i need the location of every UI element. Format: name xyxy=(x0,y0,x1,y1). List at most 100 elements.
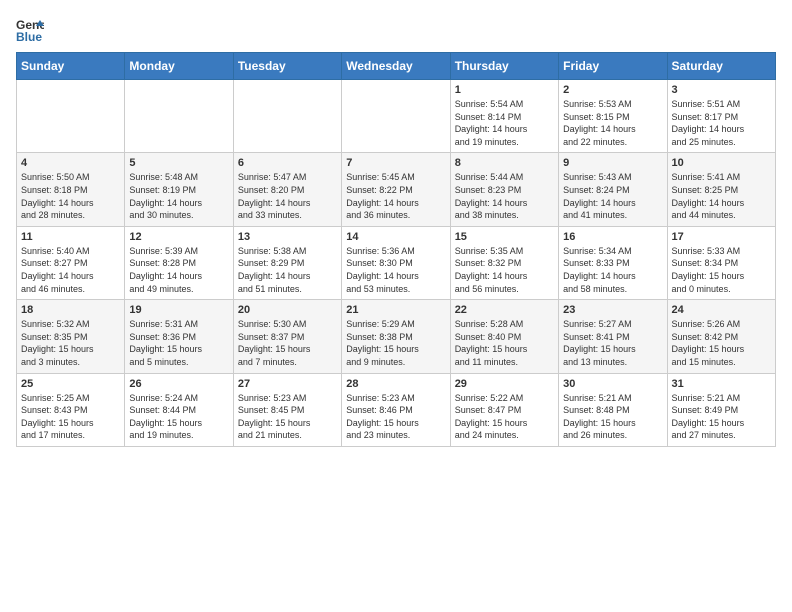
day-number: 3 xyxy=(672,84,771,96)
weekday-header-tuesday: Tuesday xyxy=(233,53,341,80)
weekday-header-friday: Friday xyxy=(559,53,667,80)
day-detail: Sunrise: 5:50 AM Sunset: 8:18 PM Dayligh… xyxy=(21,172,94,220)
day-cell: 31Sunrise: 5:21 AM Sunset: 8:49 PM Dayli… xyxy=(667,373,775,446)
day-cell: 27 Sunrise: 5:23 AM Sunset: 8:45 PM Dayli… xyxy=(233,373,341,446)
day-cell: 18Sunrise: 5:32 AM Sunset: 8:35 PM Dayli… xyxy=(17,300,125,373)
day-detail: Sunrise: 5:48 AM Sunset: 8:19 PM Dayligh… xyxy=(129,172,202,220)
svg-text:Blue: Blue xyxy=(16,30,42,44)
day-detail: Sunrise: 5:30 AM Sunset: 8:37 PM Dayligh… xyxy=(238,319,311,367)
day-cell: 6 Sunrise: 5:47 AM Sunset: 8:20 PM Daylig… xyxy=(233,153,341,226)
day-number: 26 xyxy=(129,378,228,390)
day-number: 7 xyxy=(346,157,445,169)
day-cell: 26 Sunrise: 5:24 AM Sunset: 8:44 PM Dayli… xyxy=(125,373,233,446)
logo: General Blue xyxy=(16,16,44,44)
day-number: 2 xyxy=(563,84,662,96)
day-detail: Sunrise: 5:27 AM Sunset: 8:41 PM Dayligh… xyxy=(563,319,636,367)
weekday-header-saturday: Saturday xyxy=(667,53,775,80)
day-number: 13 xyxy=(238,231,337,243)
day-number: 16 xyxy=(563,231,662,243)
week-row-4: 18Sunrise: 5:32 AM Sunset: 8:35 PM Dayli… xyxy=(17,300,776,373)
day-number: 30 xyxy=(563,378,662,390)
day-detail: Sunrise: 5:23 AM Sunset: 8:45 PM Dayligh… xyxy=(238,393,311,441)
logo-icon: General Blue xyxy=(16,16,44,44)
day-cell xyxy=(17,80,125,153)
day-number: 27 xyxy=(238,378,337,390)
day-cell: 13 Sunrise: 5:38 AM Sunset: 8:29 PM Dayli… xyxy=(233,226,341,299)
day-detail: Sunrise: 5:29 AM Sunset: 8:38 PM Dayligh… xyxy=(346,319,419,367)
header: General Blue xyxy=(16,16,776,44)
day-detail: Sunrise: 5:34 AM Sunset: 8:33 PM Dayligh… xyxy=(563,246,636,294)
weekday-header-thursday: Thursday xyxy=(450,53,558,80)
day-detail: Sunrise: 5:21 AM Sunset: 8:49 PM Dayligh… xyxy=(672,393,745,441)
day-cell: 16 Sunrise: 5:34 AM Sunset: 8:33 PM Dayli… xyxy=(559,226,667,299)
day-detail: Sunrise: 5:24 AM Sunset: 8:44 PM Dayligh… xyxy=(129,393,202,441)
day-cell: 10Sunrise: 5:41 AM Sunset: 8:25 PM Dayli… xyxy=(667,153,775,226)
day-cell: 3 Sunrise: 5:51 AM Sunset: 8:17 PM Daylig… xyxy=(667,80,775,153)
day-detail: Sunrise: 5:44 AM Sunset: 8:23 PM Dayligh… xyxy=(455,172,528,220)
day-cell xyxy=(233,80,341,153)
day-detail: Sunrise: 5:23 AM Sunset: 8:46 PM Dayligh… xyxy=(346,393,419,441)
day-detail: Sunrise: 5:38 AM Sunset: 8:29 PM Dayligh… xyxy=(238,246,311,294)
day-detail: Sunrise: 5:40 AM Sunset: 8:27 PM Dayligh… xyxy=(21,246,94,294)
day-cell: 25 Sunrise: 5:25 AM Sunset: 8:43 PM Dayli… xyxy=(17,373,125,446)
day-number: 25 xyxy=(21,378,120,390)
day-number: 24 xyxy=(672,304,771,316)
day-detail: Sunrise: 5:54 AM Sunset: 8:14 PM Dayligh… xyxy=(455,99,528,147)
day-cell: 28 Sunrise: 5:23 AM Sunset: 8:46 PM Dayli… xyxy=(342,373,450,446)
day-number: 12 xyxy=(129,231,228,243)
day-number: 10 xyxy=(672,157,771,169)
day-number: 21 xyxy=(346,304,445,316)
day-number: 9 xyxy=(563,157,662,169)
day-detail: Sunrise: 5:53 AM Sunset: 8:15 PM Dayligh… xyxy=(563,99,636,147)
day-number: 8 xyxy=(455,157,554,169)
day-number: 6 xyxy=(238,157,337,169)
day-number: 15 xyxy=(455,231,554,243)
day-cell: 12Sunrise: 5:39 AM Sunset: 8:28 PM Dayli… xyxy=(125,226,233,299)
day-number: 22 xyxy=(455,304,554,316)
weekday-header-sunday: Sunday xyxy=(17,53,125,80)
day-detail: Sunrise: 5:47 AM Sunset: 8:20 PM Dayligh… xyxy=(238,172,311,220)
day-detail: Sunrise: 5:25 AM Sunset: 8:43 PM Dayligh… xyxy=(21,393,94,441)
day-number: 19 xyxy=(129,304,228,316)
day-detail: Sunrise: 5:21 AM Sunset: 8:48 PM Dayligh… xyxy=(563,393,636,441)
day-cell: 20Sunrise: 5:30 AM Sunset: 8:37 PM Dayli… xyxy=(233,300,341,373)
day-detail: Sunrise: 5:28 AM Sunset: 8:40 PM Dayligh… xyxy=(455,319,528,367)
day-cell: 24 Sunrise: 5:26 AM Sunset: 8:42 PM Dayli… xyxy=(667,300,775,373)
day-number: 28 xyxy=(346,378,445,390)
week-row-5: 25 Sunrise: 5:25 AM Sunset: 8:43 PM Dayli… xyxy=(17,373,776,446)
day-detail: Sunrise: 5:26 AM Sunset: 8:42 PM Dayligh… xyxy=(672,319,745,367)
day-cell: 2 Sunrise: 5:53 AM Sunset: 8:15 PM Daylig… xyxy=(559,80,667,153)
day-cell: 22 Sunrise: 5:28 AM Sunset: 8:40 PM Dayli… xyxy=(450,300,558,373)
weekday-header-monday: Monday xyxy=(125,53,233,80)
day-detail: Sunrise: 5:51 AM Sunset: 8:17 PM Dayligh… xyxy=(672,99,745,147)
day-cell xyxy=(125,80,233,153)
day-detail: Sunrise: 5:35 AM Sunset: 8:32 PM Dayligh… xyxy=(455,246,528,294)
day-number: 4 xyxy=(21,157,120,169)
day-cell: 23 Sunrise: 5:27 AM Sunset: 8:41 PM Dayli… xyxy=(559,300,667,373)
day-cell: 9 Sunrise: 5:43 AM Sunset: 8:24 PM Daylig… xyxy=(559,153,667,226)
day-number: 5 xyxy=(129,157,228,169)
week-row-3: 11 Sunrise: 5:40 AM Sunset: 8:27 PM Dayli… xyxy=(17,226,776,299)
day-number: 17 xyxy=(672,231,771,243)
calendar-table: SundayMondayTuesdayWednesdayThursdayFrid… xyxy=(16,52,776,447)
day-cell: 29Sunrise: 5:22 AM Sunset: 8:47 PM Dayli… xyxy=(450,373,558,446)
day-detail: Sunrise: 5:22 AM Sunset: 8:47 PM Dayligh… xyxy=(455,393,528,441)
day-cell: 14 Sunrise: 5:36 AM Sunset: 8:30 PM Dayli… xyxy=(342,226,450,299)
day-cell: 4 Sunrise: 5:50 AM Sunset: 8:18 PM Daylig… xyxy=(17,153,125,226)
day-number: 23 xyxy=(563,304,662,316)
day-cell: 30 Sunrise: 5:21 AM Sunset: 8:48 PM Dayli… xyxy=(559,373,667,446)
day-detail: Sunrise: 5:33 AM Sunset: 8:34 PM Dayligh… xyxy=(672,246,745,294)
day-cell: 7Sunrise: 5:45 AM Sunset: 8:22 PM Daylig… xyxy=(342,153,450,226)
day-detail: Sunrise: 5:32 AM Sunset: 8:35 PM Dayligh… xyxy=(21,319,94,367)
day-detail: Sunrise: 5:31 AM Sunset: 8:36 PM Dayligh… xyxy=(129,319,202,367)
day-cell xyxy=(342,80,450,153)
day-cell: 1Sunrise: 5:54 AM Sunset: 8:14 PM Daylig… xyxy=(450,80,558,153)
day-cell: 19 Sunrise: 5:31 AM Sunset: 8:36 PM Dayli… xyxy=(125,300,233,373)
day-number: 11 xyxy=(21,231,120,243)
day-detail: Sunrise: 5:43 AM Sunset: 8:24 PM Dayligh… xyxy=(563,172,636,220)
day-detail: Sunrise: 5:36 AM Sunset: 8:30 PM Dayligh… xyxy=(346,246,419,294)
day-number: 14 xyxy=(346,231,445,243)
weekday-header-row: SundayMondayTuesdayWednesdayThursdayFrid… xyxy=(17,53,776,80)
day-cell: 21 Sunrise: 5:29 AM Sunset: 8:38 PM Dayli… xyxy=(342,300,450,373)
weekday-header-wednesday: Wednesday xyxy=(342,53,450,80)
